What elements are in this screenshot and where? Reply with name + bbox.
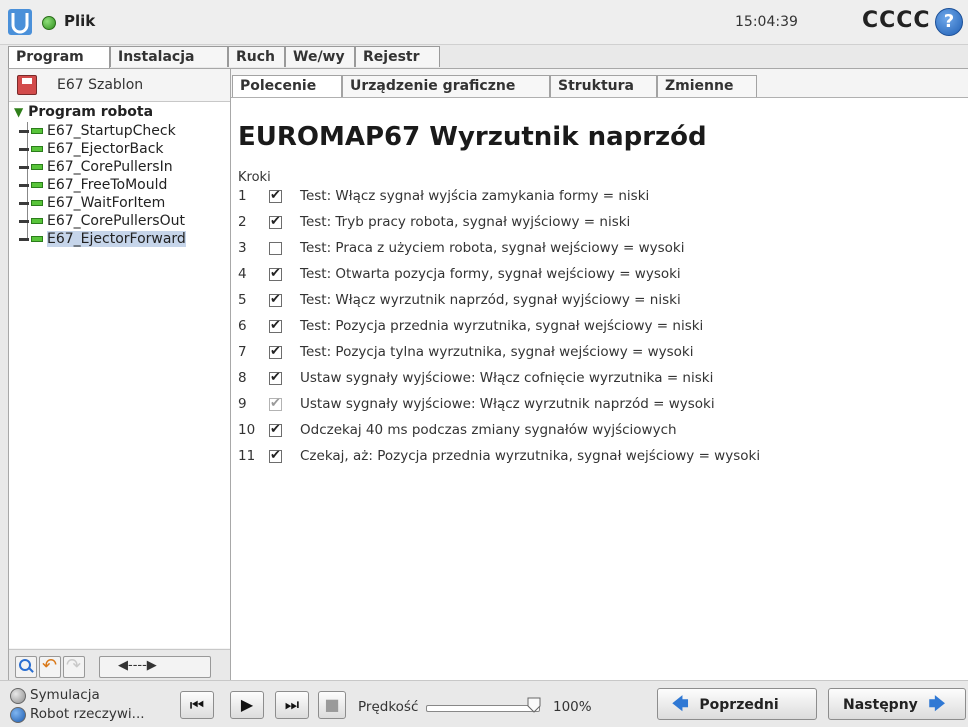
arrow-left-icon: 🡄 bbox=[672, 694, 689, 713]
steps-label: Kroki bbox=[238, 170, 271, 185]
previous-button[interactable]: 🡄 Poprzedni bbox=[657, 688, 817, 720]
step-checkbox[interactable] bbox=[269, 446, 282, 466]
speed-value: 100% bbox=[553, 699, 592, 715]
step-checkbox[interactable] bbox=[269, 394, 282, 414]
real-robot-radio[interactable] bbox=[10, 707, 26, 723]
tree-root-label: Program robota bbox=[28, 104, 154, 120]
step-checkbox[interactable] bbox=[269, 420, 282, 440]
simulation-radio[interactable] bbox=[10, 688, 26, 704]
arrow-right-icon: 🡆 bbox=[928, 694, 946, 713]
robot-name: CCCC bbox=[862, 8, 931, 33]
expand-triangle-icon[interactable]: ▼ bbox=[14, 105, 23, 119]
step-checkbox[interactable] bbox=[269, 264, 282, 284]
tab-struktura[interactable]: Struktura bbox=[550, 75, 657, 97]
tree-item-corepullersin[interactable]: E67_CorePullersIn bbox=[19, 158, 173, 176]
tree-item-waitforitem[interactable]: E67_WaitForItem bbox=[19, 194, 165, 212]
step-checkbox[interactable] bbox=[269, 186, 282, 206]
program-file-row: E67 Szablon bbox=[9, 69, 231, 102]
play-icon[interactable]: ▶ bbox=[230, 691, 264, 719]
step-checkbox[interactable] bbox=[269, 342, 282, 362]
speed-slider[interactable] bbox=[426, 705, 540, 712]
step-checkbox[interactable] bbox=[269, 316, 282, 336]
speed-label: Prędkość bbox=[358, 699, 419, 715]
top-bar: Plik 15:04:39 CCCC ? bbox=[0, 0, 968, 45]
node-icon bbox=[31, 200, 43, 206]
save-icon[interactable] bbox=[17, 75, 37, 95]
tree-root[interactable]: ▼ Program robota bbox=[14, 104, 153, 120]
bottom-bar: Symulacja Robot rzeczywi... ⏮ ▶ ⏭ ■ Pręd… bbox=[0, 680, 968, 727]
node-icon bbox=[31, 146, 43, 152]
next-button[interactable]: Następny 🡆 bbox=[828, 688, 966, 720]
skip-back-icon[interactable]: ⏮ bbox=[180, 691, 214, 719]
command-panel: Polecenie Urządzenie graficzne Struktura… bbox=[230, 68, 968, 682]
redo-icon[interactable] bbox=[63, 655, 85, 678]
file-menu[interactable]: Plik bbox=[64, 12, 95, 30]
node-icon bbox=[31, 236, 43, 242]
node-icon bbox=[31, 218, 43, 224]
speed-slider-handle[interactable] bbox=[527, 697, 541, 713]
real-robot-label: Robot rzeczywi... bbox=[30, 706, 145, 722]
simulation-label: Symulacja bbox=[30, 687, 100, 703]
program-tree-panel: E67 Szablon ▼ Program robota E67_Startup… bbox=[8, 68, 232, 682]
step-checkbox[interactable] bbox=[269, 242, 282, 255]
tab-polecenie[interactable]: Polecenie bbox=[232, 75, 342, 99]
tab-ruch[interactable]: Ruch bbox=[228, 46, 285, 67]
tab-rejestr[interactable]: Rejestr bbox=[355, 46, 440, 67]
tree-item-corepullersout[interactable]: E67_CorePullersOut bbox=[19, 212, 185, 230]
step-checkbox[interactable] bbox=[269, 368, 282, 388]
tree-item-startupcheck[interactable]: E67_StartupCheck bbox=[19, 122, 176, 140]
tab-program[interactable]: Program bbox=[8, 46, 110, 69]
node-icon bbox=[31, 128, 43, 134]
program-tree: ▼ Program robota E67_StartupCheck E67_Ej… bbox=[9, 102, 231, 648]
undo-icon[interactable] bbox=[39, 655, 61, 678]
tree-item-freetomould[interactable]: E67_FreeToMould bbox=[19, 176, 167, 194]
node-icon bbox=[31, 164, 43, 170]
status-indicator-icon bbox=[42, 16, 56, 30]
node-icon bbox=[31, 182, 43, 188]
tab-zmienne[interactable]: Zmienne bbox=[657, 75, 757, 97]
tab-instalacja[interactable]: Instalacja bbox=[110, 46, 228, 67]
step-forward-icon[interactable]: ⏭ bbox=[275, 691, 309, 719]
help-icon[interactable]: ? bbox=[935, 8, 963, 36]
ur-logo-icon bbox=[8, 9, 32, 35]
tree-item-ejectorback[interactable]: E67_EjectorBack bbox=[19, 140, 164, 158]
tree-item-ejectorforward[interactable]: E67_EjectorForward bbox=[19, 230, 186, 248]
tree-toolbar bbox=[9, 649, 231, 682]
tab-urzadzenie-graficzne[interactable]: Urządzenie graficzne bbox=[342, 75, 550, 97]
stop-icon[interactable]: ■ bbox=[318, 691, 346, 719]
step-checkbox[interactable] bbox=[269, 212, 282, 232]
command-content: EUROMAP67 Wyrzutnik naprzód Kroki 1 Test… bbox=[231, 97, 968, 682]
program-name: E67 Szablon bbox=[57, 77, 144, 93]
move-arrows-icon[interactable] bbox=[99, 656, 211, 678]
page-title: EUROMAP67 Wyrzutnik naprzód bbox=[238, 122, 707, 152]
step-checkbox[interactable] bbox=[269, 290, 282, 310]
search-icon[interactable] bbox=[15, 656, 37, 678]
tab-we-wy[interactable]: We/wy bbox=[285, 46, 355, 67]
clock: 15:04:39 bbox=[735, 14, 798, 30]
